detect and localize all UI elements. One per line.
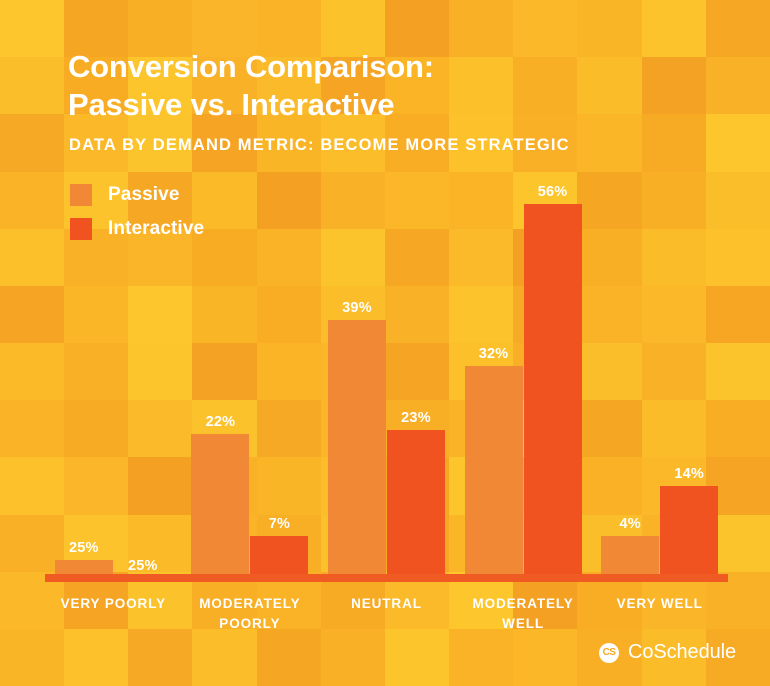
bar-passive xyxy=(191,434,250,578)
category-label: VERY POORLY xyxy=(60,596,167,611)
bar-group: 32% 56% xyxy=(455,170,592,578)
category-label: MODERATELY WELL xyxy=(472,596,574,631)
content-layer: Conversion Comparison: Passive vs. Inter… xyxy=(0,0,770,686)
coschedule-logo-text: CoSchedule xyxy=(628,641,736,663)
bar-group: 25% 25% xyxy=(45,170,182,578)
page-subtitle: DATA BY DEMAND METRIC: BECOME MORE STRAT… xyxy=(69,136,570,154)
bar-interactive xyxy=(660,486,719,578)
bar-interactive xyxy=(250,536,309,578)
title-line-1: Conversion Comparison: xyxy=(68,49,434,84)
category-label: VERY WELL xyxy=(616,596,703,611)
chart-plot-area: 25% 25% 22% 7% 39% 23% 32% 56% 4% 14% xyxy=(45,170,728,578)
coschedule-logo: CS CoSchedule xyxy=(599,641,736,664)
bar-value-label: 39% xyxy=(342,300,372,316)
category-label: MODERATELY POORLY xyxy=(199,596,301,631)
bar-group: 4% 14% xyxy=(591,170,728,578)
bar-value-label: 22% xyxy=(205,414,236,430)
bar-group: 39% 23% xyxy=(318,170,455,578)
bar-value-label: 25% xyxy=(68,540,99,556)
axis-baseline xyxy=(45,574,728,582)
bar-value-label: 7% xyxy=(268,516,291,532)
bar-interactive xyxy=(523,204,582,578)
coschedule-logo-icon: CS xyxy=(599,642,620,663)
bar-group: 22% 7% xyxy=(182,170,319,578)
bar-value-label: 14% xyxy=(674,466,704,482)
title-line-2: Passive vs. Interactive xyxy=(68,87,395,122)
bar-passive xyxy=(601,536,660,578)
page-title: Conversion Comparison: Passive vs. Inter… xyxy=(68,48,688,124)
bar-value-label: 32% xyxy=(478,346,509,362)
bar-value-label: 23% xyxy=(401,410,431,426)
bar-interactive xyxy=(386,430,445,578)
bar-passive xyxy=(327,320,386,578)
bar-value-label: 25% xyxy=(127,558,158,574)
category-label: NEUTRAL xyxy=(351,596,422,611)
bar-value-label: 4% xyxy=(619,516,641,532)
infographic-root: Conversion Comparison: Passive vs. Inter… xyxy=(0,0,770,686)
bar-passive xyxy=(464,366,523,578)
bar-value-label: 56% xyxy=(537,184,568,200)
